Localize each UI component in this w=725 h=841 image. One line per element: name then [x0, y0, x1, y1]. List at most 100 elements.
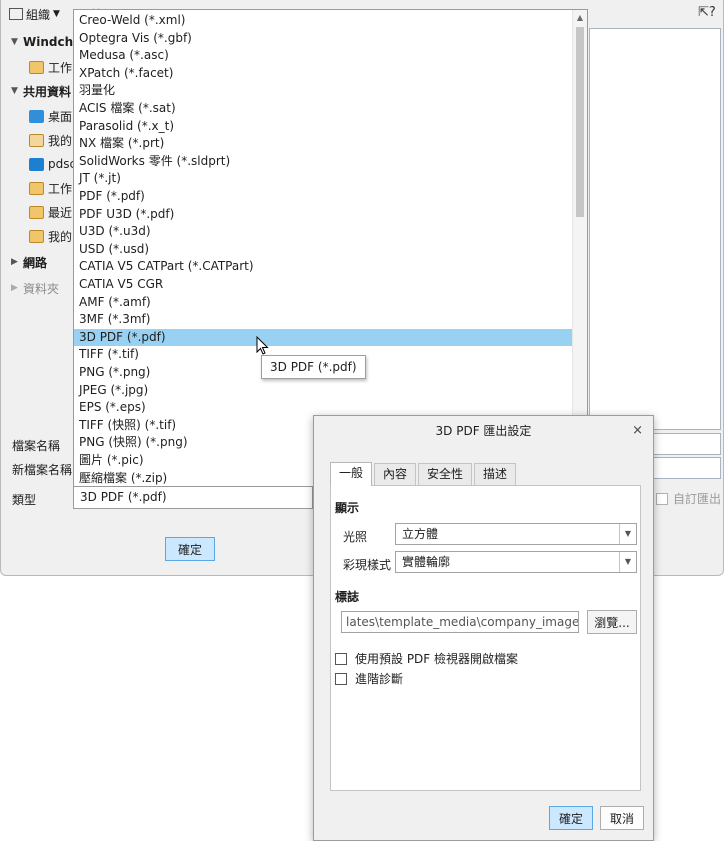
file-name-label: 檔案名稱	[12, 439, 61, 453]
general-tab-panel: 顯示 光照 立方體 ▼ 彩現樣式 實體輪廓 ▼ 標誌 lates\templat…	[330, 485, 641, 791]
computer-icon	[29, 157, 44, 171]
custom-export-checkbox[interactable]	[656, 492, 668, 505]
mouse-cursor-icon	[256, 336, 269, 355]
file-type-option[interactable]: CATIA V5 CGR	[74, 276, 572, 294]
file-type-option[interactable]: Parasolid (*.x_t)	[74, 118, 572, 136]
file-type-option[interactable]: USD (*.usd)	[74, 241, 572, 259]
chevron-down-icon: ▼	[53, 9, 60, 19]
advanced-diagnostics-label: 進階診斷	[355, 672, 404, 686]
file-type-option[interactable]: NX 檔案 (*.prt)	[74, 135, 572, 153]
file-type-option[interactable]: AMF (*.amf)	[74, 294, 572, 312]
tab-description[interactable]: 描述	[474, 463, 517, 485]
navigation-pane: ▼ Windchi 工作 ▼ 共用資料 桌面 我的 pdsc 工作 最近 我的 …	[1, 28, 77, 430]
file-type-option[interactable]: JT (*.jt)	[74, 170, 572, 188]
collapsed-arrow-icon[interactable]: ▶	[11, 283, 19, 293]
file-type-option[interactable]: PDF (*.pdf)	[74, 188, 572, 206]
file-type-option[interactable]: XPatch (*.facet)	[74, 65, 572, 83]
favorites-folder-icon	[29, 229, 44, 243]
nav-windchill-label: Windchi	[23, 35, 78, 49]
new-file-name-label: 新檔案名稱	[12, 463, 73, 477]
nav-my-files[interactable]: 我的	[29, 226, 72, 246]
help-icon[interactable]: ⇱?	[698, 5, 716, 20]
3d-pdf-export-settings-dialog: 3D PDF 匯出設定 × 一般 內容 安全性 描述 顯示 光照 立方體 ▼ 彩…	[313, 415, 654, 841]
default-viewer-option[interactable]: 使用預設 PDF 檢視器開啟檔案	[335, 650, 518, 667]
nav-recent[interactable]: 最近	[29, 202, 72, 222]
nav-recent-label: 最近	[48, 205, 73, 220]
collapsed-arrow-icon[interactable]: ▶	[11, 257, 19, 267]
custom-export-label: 自訂匯出	[673, 492, 722, 506]
nav-network[interactable]: ▶ 網路	[11, 252, 47, 272]
nav-folders-label: 資料夾	[23, 281, 60, 296]
tab-content[interactable]: 內容	[374, 463, 417, 485]
default-viewer-label: 使用預設 PDF 檢視器開啟檔案	[355, 652, 519, 666]
chevron-down-icon[interactable]: ▼	[619, 552, 636, 572]
file-type-option[interactable]: Medusa (*.asc)	[74, 47, 572, 65]
logo-section-label: 標誌	[335, 590, 360, 604]
advanced-diagnostics-checkbox[interactable]	[335, 672, 347, 685]
file-type-select[interactable]: 3D PDF (*.pdf)	[73, 487, 313, 509]
workspace-icon	[29, 60, 44, 74]
folder-icon	[29, 181, 44, 195]
custom-export-option[interactable]: 自訂匯出	[656, 490, 721, 507]
nav-desktop-label: 桌面	[48, 109, 73, 124]
nav-working-directory[interactable]: 工作	[29, 178, 72, 198]
nav-shared-data-label: 共用資料	[23, 84, 72, 99]
browse-button[interactable]: 瀏覽...	[587, 610, 637, 634]
file-type-option[interactable]: ACIS 檔案 (*.sat)	[74, 100, 572, 118]
file-type-option[interactable]: Optegra Vis (*.gbf)	[74, 30, 572, 48]
file-type-option[interactable]: Creo-Weld (*.xml)	[74, 12, 572, 30]
organize-label: 組織	[26, 7, 51, 22]
chevron-down-icon[interactable]: ▼	[619, 524, 636, 544]
organize-icon	[9, 8, 23, 20]
nav-my-files-label: 我的	[48, 229, 73, 244]
display-section-label: 顯示	[335, 501, 360, 515]
tab-bar: 一般 內容 安全性 描述	[330, 462, 517, 486]
nav-network-label: 網路	[23, 255, 48, 270]
nav-my-documents[interactable]: 我的	[29, 130, 72, 150]
nav-my-documents-label: 我的	[48, 133, 73, 148]
dialog-title: 3D PDF 匯出設定	[435, 424, 532, 438]
lighting-select[interactable]: 立方體 ▼	[395, 523, 637, 545]
file-type-option[interactable]: 羽量化	[74, 82, 572, 100]
scroll-up-icon[interactable]: ▲	[573, 11, 587, 25]
file-type-option[interactable]: 3D PDF (*.pdf)	[74, 328, 572, 347]
nav-windchill[interactable]: ▼ Windchi	[11, 32, 77, 52]
file-type-option[interactable]: CATIA V5 CATPart (*.CATPart)	[74, 258, 572, 276]
file-type-option[interactable]: 3MF (*.3mf)	[74, 311, 572, 329]
documents-icon	[29, 133, 44, 147]
expand-arrow-icon[interactable]: ▼	[11, 86, 19, 96]
nav-windchill-workspace[interactable]: 工作	[29, 57, 72, 77]
file-type-option[interactable]: SolidWorks 零件 (*.sldprt)	[74, 153, 572, 171]
nav-windchill-workspace-label: 工作	[48, 60, 73, 75]
render-style-select[interactable]: 實體輪廓 ▼	[395, 551, 637, 573]
dialog-cancel-button[interactable]: 取消	[600, 806, 644, 830]
organize-button[interactable]: 組織 ▼	[9, 5, 60, 23]
file-type-option[interactable]: U3D (*.u3d)	[74, 223, 572, 241]
render-style-label: 彩現樣式	[343, 558, 392, 572]
dialog-ok-button[interactable]: 確定	[549, 806, 593, 830]
scroll-thumb[interactable]	[576, 27, 584, 217]
ok-button[interactable]: 確定	[165, 537, 215, 561]
lighting-value: 立方體	[402, 527, 439, 541]
logo-path-input[interactable]: lates\template_media\company_image.png	[341, 611, 579, 633]
tooltip: 3D PDF (*.pdf)	[261, 355, 366, 379]
nav-shared-data[interactable]: ▼ 共用資料	[11, 81, 71, 101]
desktop-icon	[29, 109, 44, 123]
file-type-option[interactable]: JPEG (*.jpg)	[74, 382, 572, 400]
lighting-label: 光照	[343, 530, 368, 544]
nav-pdsc[interactable]: pdsc	[29, 154, 76, 174]
tab-general[interactable]: 一般	[330, 462, 373, 486]
file-type-option[interactable]: PDF U3D (*.pdf)	[74, 206, 572, 224]
recent-folder-icon	[29, 205, 44, 219]
type-label: 類型	[12, 493, 37, 507]
nav-pdsc-label: pdsc	[48, 157, 77, 171]
preview-pane	[589, 28, 721, 430]
default-viewer-checkbox[interactable]	[335, 652, 347, 665]
tab-security[interactable]: 安全性	[418, 463, 473, 485]
advanced-diagnostics-option[interactable]: 進階診斷	[335, 670, 403, 687]
expand-arrow-icon[interactable]: ▼	[11, 37, 19, 47]
nav-desktop[interactable]: 桌面	[29, 106, 72, 126]
nav-folders[interactable]: ▶ 資料夾	[11, 278, 59, 298]
render-style-value: 實體輪廓	[402, 555, 451, 569]
close-icon[interactable]: ×	[632, 416, 643, 446]
